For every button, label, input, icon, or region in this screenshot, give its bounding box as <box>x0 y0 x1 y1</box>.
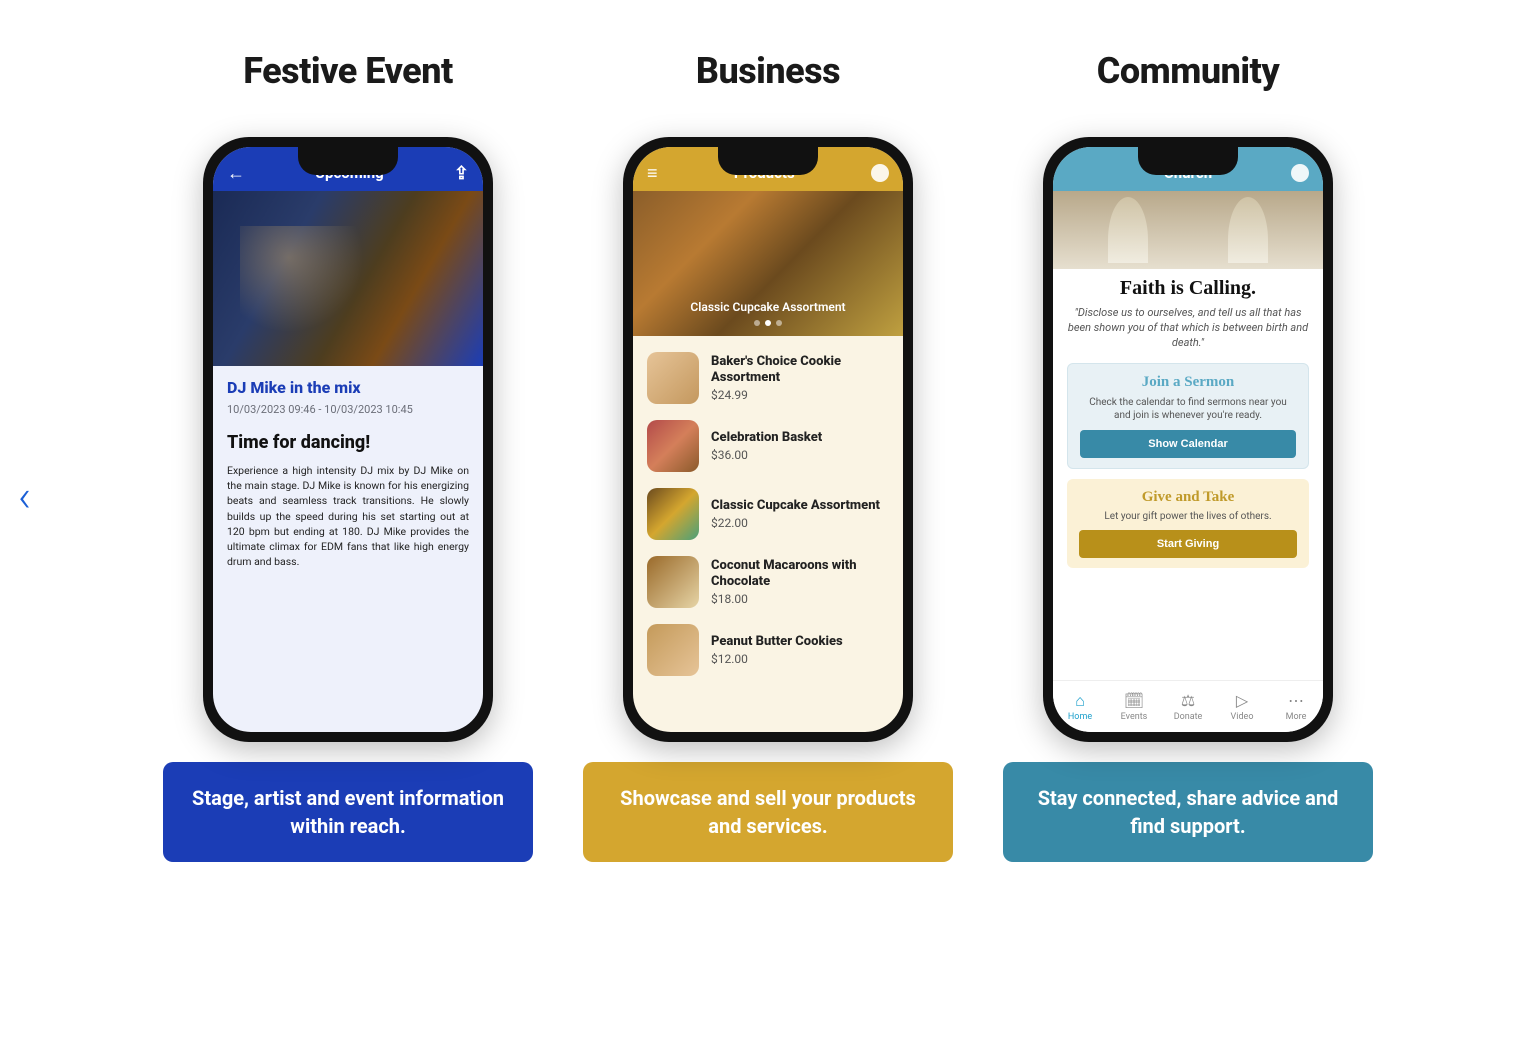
event-description: Experience a high intensity DJ mix by DJ… <box>227 463 469 570</box>
column-festive: Festive Event ← Upcoming ⇪ DJ Mike in th… <box>193 50 503 862</box>
give-card: Give and Take Let your gift power the li… <box>1067 479 1309 568</box>
phone-notch <box>1138 147 1238 175</box>
product-thumb <box>647 624 699 676</box>
product-name: Celebration Basket <box>711 430 822 446</box>
column-community: Community Church Faith is Calling. "Disc… <box>1033 50 1343 862</box>
product-name: Peanut Butter Cookies <box>711 634 843 650</box>
list-item[interactable]: Classic Cupcake Assortment $22.00 <box>633 480 903 548</box>
carousel-dots[interactable] <box>754 320 782 326</box>
festive-card: DJ Mike in the mix 10/03/2023 09:46 - 10… <box>213 366 483 580</box>
community-title: Faith is Calling. <box>1067 277 1309 300</box>
product-name: Baker's Choice Cookie Assortment <box>711 354 889 385</box>
product-thumb <box>647 352 699 404</box>
caption-business: Showcase and sell your products and serv… <box>583 762 953 862</box>
phone-mockup-festive: ← Upcoming ⇪ DJ Mike in the mix 10/03/20… <box>203 137 493 742</box>
heading-festive: Festive Event <box>243 50 453 92</box>
caption-community: Stay connected, share advice and find su… <box>1003 762 1373 862</box>
tab-label: Video <box>1231 712 1254 722</box>
tab-home[interactable]: ⌂ Home <box>1053 692 1107 722</box>
tab-label: More <box>1286 712 1307 722</box>
feature-columns: Festive Event ← Upcoming ⇪ DJ Mike in th… <box>0 0 1536 862</box>
sermon-title: Join a Sermon <box>1080 374 1296 391</box>
event-subtitle: Time for dancing! <box>227 432 469 453</box>
tab-label: Events <box>1121 712 1148 722</box>
business-hero[interactable]: Classic Cupcake Assortment <box>633 191 903 336</box>
product-thumb <box>647 488 699 540</box>
column-business: Business ≡ Products Classic Cupcake Asso… <box>613 50 923 862</box>
caption-festive: Stage, artist and event information with… <box>163 762 533 862</box>
list-item[interactable]: Coconut Macaroons with Chocolate $18.00 <box>633 548 903 616</box>
list-item[interactable]: Peanut Butter Cookies $12.00 <box>633 616 903 684</box>
list-item[interactable]: Baker's Choice Cookie Assortment $24.99 <box>633 344 903 412</box>
event-title: DJ Mike in the mix <box>227 378 469 397</box>
calendar-icon: 🗓 <box>1124 692 1144 710</box>
tab-video[interactable]: ▷ Video <box>1215 692 1269 722</box>
more-icon: ⋯ <box>1288 692 1304 710</box>
sermon-card: Join a Sermon Check the calendar to find… <box>1067 363 1309 469</box>
show-calendar-button[interactable]: Show Calendar <box>1080 430 1296 458</box>
product-thumb <box>647 420 699 472</box>
screen-business: ≡ Products Classic Cupcake Assortment Ba… <box>633 147 903 732</box>
product-name: Classic Cupcake Assortment <box>711 498 880 514</box>
bottom-tabs: ⌂ Home 🗓 Events ⚖ Donate ▷ Video <box>1053 680 1323 732</box>
community-content: Faith is Calling. "Disclose us to oursel… <box>1053 269 1323 680</box>
back-icon[interactable]: ← <box>227 163 245 184</box>
phone-mockup-business: ≡ Products Classic Cupcake Assortment Ba… <box>623 137 913 742</box>
sermon-body: Check the calendar to find sermons near … <box>1080 396 1296 422</box>
give-title: Give and Take <box>1079 489 1297 506</box>
product-price: $22.00 <box>711 516 880 530</box>
product-price: $24.99 <box>711 388 889 402</box>
phone-notch <box>718 147 818 175</box>
phone-notch <box>298 147 398 175</box>
product-price: $36.00 <box>711 448 822 462</box>
video-icon: ▷ <box>1236 692 1248 710</box>
festive-hero-image <box>213 191 483 366</box>
tab-events[interactable]: 🗓 Events <box>1107 692 1161 722</box>
heading-business: Business <box>696 50 840 92</box>
screen-festive: ← Upcoming ⇪ DJ Mike in the mix 10/03/20… <box>213 147 483 732</box>
product-list: Baker's Choice Cookie Assortment $24.99 … <box>633 336 903 692</box>
share-icon[interactable]: ⇪ <box>454 163 469 184</box>
profile-icon[interactable] <box>871 164 889 182</box>
profile-icon[interactable] <box>1291 164 1309 182</box>
phone-mockup-community: Church Faith is Calling. "Disclose us to… <box>1043 137 1333 742</box>
tab-label: Home <box>1068 712 1092 722</box>
carousel-prev-icon[interactable]: ‹ <box>18 470 31 522</box>
tab-label: Donate <box>1174 712 1203 722</box>
event-datetime: 10/03/2023 09:46 - 10/03/2023 10:45 <box>227 403 469 416</box>
product-price: $18.00 <box>711 592 889 606</box>
tab-more[interactable]: ⋯ More <box>1269 692 1323 722</box>
product-name: Coconut Macaroons with Chocolate <box>711 558 889 589</box>
heading-community: Community <box>1097 50 1279 92</box>
community-hero-image <box>1053 191 1323 269</box>
product-thumb <box>647 556 699 608</box>
scales-icon: ⚖ <box>1181 692 1195 710</box>
tab-donate[interactable]: ⚖ Donate <box>1161 692 1215 722</box>
product-price: $12.00 <box>711 652 843 666</box>
list-item[interactable]: Celebration Basket $36.00 <box>633 412 903 480</box>
screen-community: Church Faith is Calling. "Disclose us to… <box>1053 147 1323 732</box>
menu-icon[interactable]: ≡ <box>647 163 658 184</box>
start-giving-button[interactable]: Start Giving <box>1079 530 1297 558</box>
community-quote: "Disclose us to ourselves, and tell us a… <box>1067 306 1309 351</box>
hero-product-label: Classic Cupcake Assortment <box>690 300 845 314</box>
give-body: Let your gift power the lives of others. <box>1079 511 1297 522</box>
home-icon: ⌂ <box>1075 692 1085 710</box>
